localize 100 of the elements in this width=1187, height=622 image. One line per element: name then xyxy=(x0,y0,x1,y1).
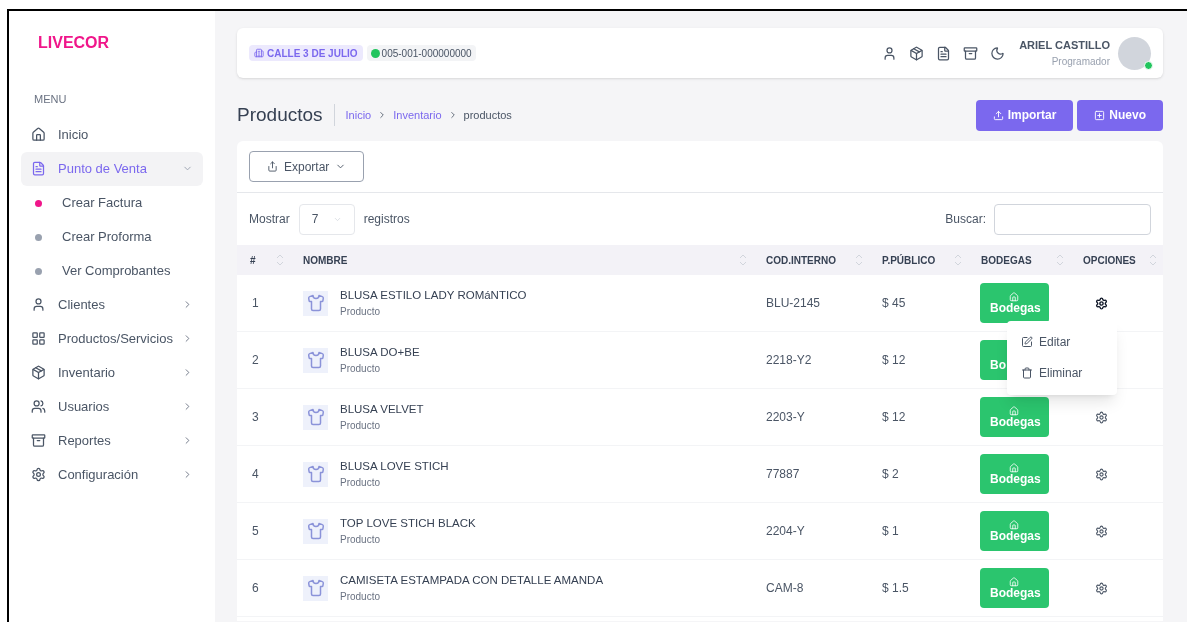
page-title: Productos xyxy=(237,102,323,127)
table-cell-text: 2218-Y2 xyxy=(765,352,813,369)
brand-logo: LIVECOR xyxy=(38,33,110,53)
point-badge: 005-001-000000000 xyxy=(366,45,476,61)
sort-icon xyxy=(739,253,747,267)
sort-icon xyxy=(855,253,863,267)
edit-icon xyxy=(1021,336,1033,348)
product-name: BLUSA DO+BE xyxy=(340,344,420,360)
house-icon xyxy=(1009,291,1019,302)
branch-badge: CALLE 3 DE JULIO xyxy=(249,45,363,61)
archive-icon[interactable] xyxy=(963,45,979,61)
trash-icon xyxy=(1021,367,1033,379)
sidebar-item[interactable]: Configuración xyxy=(21,457,203,492)
search-field[interactable] xyxy=(994,203,1151,235)
column-header[interactable]: NOMBRE xyxy=(303,252,348,268)
menu-item[interactable]: Eliminar xyxy=(1007,357,1117,389)
product-type: Producto xyxy=(340,305,382,320)
home-icon xyxy=(31,127,46,142)
submenu-item[interactable]: Ver Comprobantes xyxy=(21,254,203,288)
table-cell-text: 1 xyxy=(251,295,260,312)
product-name: TOP LOVE STICH BLACK xyxy=(340,515,476,531)
product-type: Producto xyxy=(340,476,382,491)
table-cell-text: 2204-Y xyxy=(765,523,806,540)
submenu-item[interactable]: Crear Factura xyxy=(21,186,203,220)
search-label: Buscar: xyxy=(945,211,986,228)
settings-icon[interactable] xyxy=(1095,410,1108,424)
settings-icon xyxy=(31,467,46,482)
breadcrumb-current: productos xyxy=(463,107,512,123)
breadcrumb-link[interactable]: Inventario xyxy=(393,106,442,124)
moon-icon[interactable] xyxy=(990,45,1006,61)
product-name: BLUSA LOVE STICH xyxy=(340,458,449,474)
house-icon xyxy=(1009,462,1019,473)
user-name: ARIEL CASTILLO xyxy=(1019,38,1110,54)
sort-icon xyxy=(1149,253,1157,267)
settings-icon[interactable] xyxy=(1095,467,1108,481)
table-cell-text: $ 45 xyxy=(881,295,907,312)
sidebar-item[interactable]: Usuarios xyxy=(21,389,203,424)
sidebar-item[interactable]: Punto de Venta xyxy=(21,151,203,186)
column-header[interactable]: OPCIONES xyxy=(1083,252,1136,268)
user-role: Programador xyxy=(1051,54,1110,69)
settings-icon[interactable] xyxy=(1095,296,1108,310)
user-icon xyxy=(31,297,46,312)
sidebar-item[interactable]: Clientes xyxy=(21,287,203,322)
action-button[interactable]: Nuevo xyxy=(1077,99,1163,131)
users-icon xyxy=(31,399,46,414)
upload-icon xyxy=(992,109,1004,121)
action-button[interactable]: Importar xyxy=(975,99,1074,131)
box-icon[interactable] xyxy=(909,45,925,61)
export-button[interactable]: Exportar xyxy=(249,151,365,182)
house-icon xyxy=(1009,405,1019,416)
table-cell-text: 6 xyxy=(251,580,260,597)
submenu-item[interactable]: Crear Proforma xyxy=(21,220,203,254)
share-icon xyxy=(267,161,278,172)
column-header[interactable]: # xyxy=(250,252,256,268)
product-type: Producto xyxy=(340,362,382,377)
house-icon xyxy=(1009,576,1019,587)
show-label: Mostrar xyxy=(249,211,290,228)
sidebar-item[interactable]: Reportes xyxy=(21,423,203,458)
breadcrumb-link[interactable]: Inicio xyxy=(345,106,372,124)
table-cell-text: $ 12 xyxy=(881,409,907,426)
table-cell-text: $ 12 xyxy=(881,352,907,369)
product-type: Producto xyxy=(340,590,382,605)
table-cell-text: 77887 xyxy=(765,466,801,483)
page-size-select[interactable]: 7 xyxy=(298,203,355,235)
product-name: BLUSA VELVET xyxy=(340,401,424,417)
sidebar-item[interactable]: Productos/Servicios xyxy=(21,321,203,356)
column-header[interactable]: P.PÚBLICO xyxy=(882,252,936,268)
table-cell-text: $ 1.5 xyxy=(881,580,910,597)
table-cell-text: 5 xyxy=(251,523,260,540)
submenu-label: Crear Proforma xyxy=(62,228,152,247)
sort-icon xyxy=(276,253,284,267)
column-header[interactable]: COD.INTERNO xyxy=(766,252,836,268)
sidebar-item[interactable]: Inventario xyxy=(21,355,203,390)
settings-icon[interactable] xyxy=(1095,581,1108,595)
menu-heading: MENU xyxy=(34,92,67,107)
document-icon[interactable] xyxy=(936,45,952,61)
house-icon xyxy=(1009,519,1019,530)
plus-icon xyxy=(1094,109,1106,121)
records-label: registros xyxy=(363,211,410,228)
document-icon xyxy=(31,161,46,176)
table-cell-text: $ 1 xyxy=(881,523,900,540)
product-type: Producto xyxy=(340,533,382,548)
table-cell-text: CAM-8 xyxy=(765,580,805,597)
sidebar-item[interactable]: Inicio xyxy=(21,117,203,152)
menu-item[interactable]: Editar xyxy=(1007,326,1117,358)
table-cell-text: 2 xyxy=(251,352,260,369)
user-icon[interactable] xyxy=(882,45,898,61)
archive-icon xyxy=(31,433,46,448)
product-type: Producto xyxy=(340,419,382,434)
sort-icon xyxy=(1056,253,1064,267)
settings-icon[interactable] xyxy=(1095,524,1108,538)
table-cell-text: 2203-Y xyxy=(765,409,806,426)
table-cell-text: BLU-2145 xyxy=(765,295,822,312)
building-icon xyxy=(254,48,264,58)
table-cell-text: 4 xyxy=(251,466,260,483)
table-cell-text: 3 xyxy=(251,409,260,426)
sort-icon xyxy=(954,253,962,267)
product-name: CAMISETA ESTAMPADA CON DETALLE AMANDA xyxy=(340,572,604,588)
column-header[interactable]: BODEGAS xyxy=(981,252,1032,268)
submenu-label: Crear Factura xyxy=(62,194,143,213)
